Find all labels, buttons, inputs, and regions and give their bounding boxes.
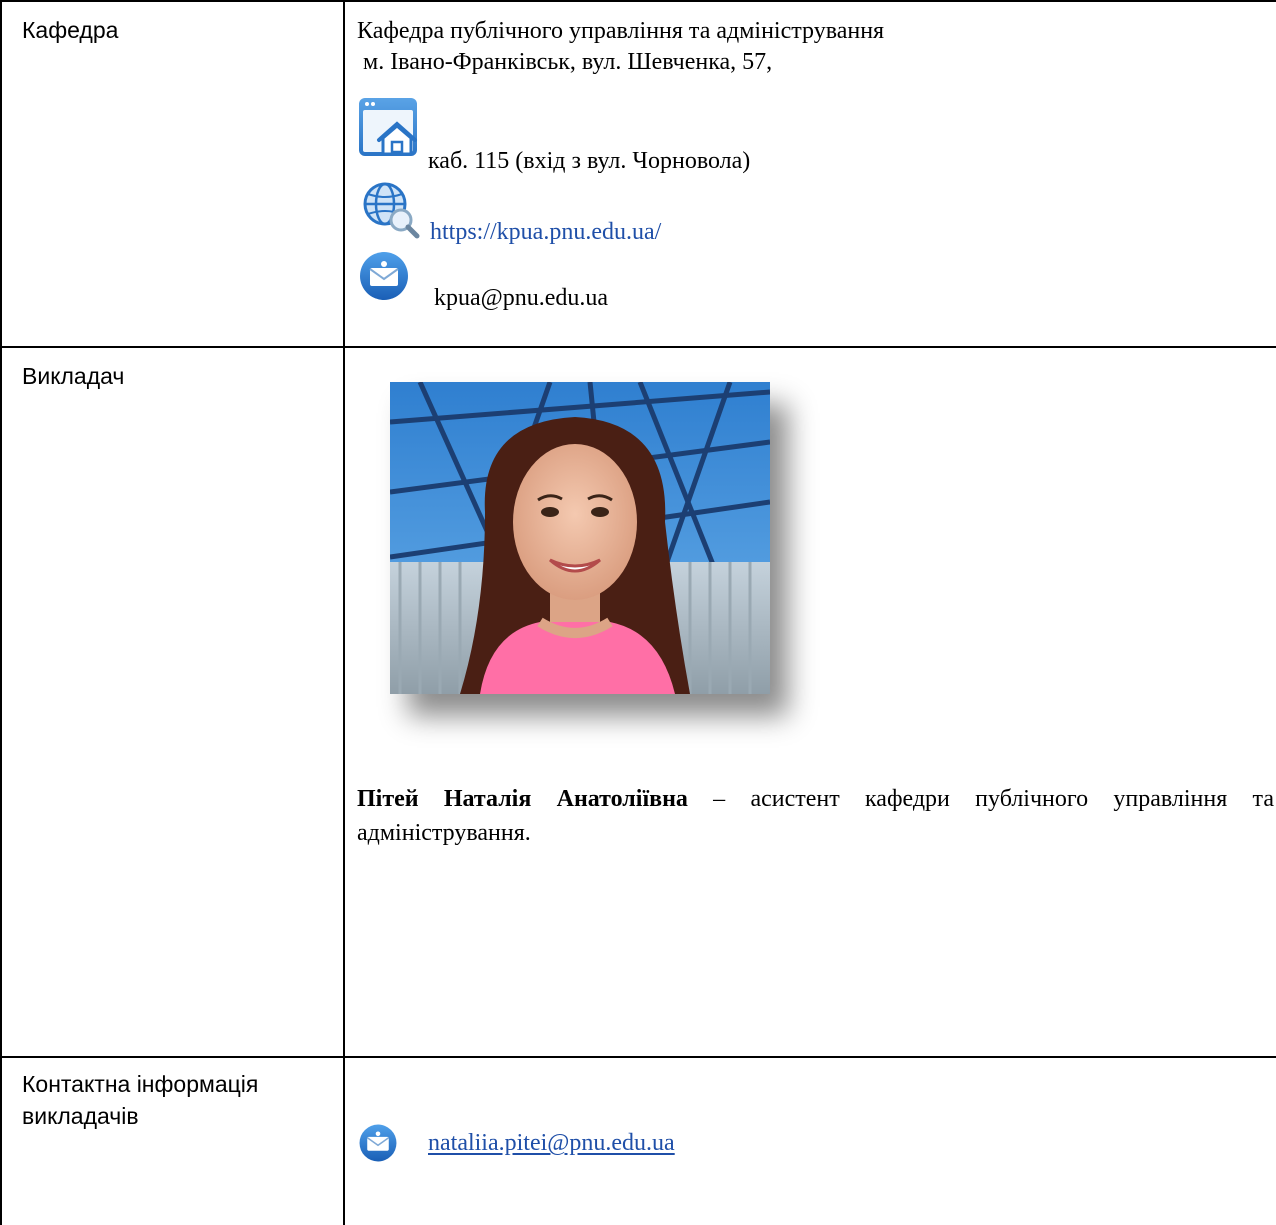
office-building-icon bbox=[357, 96, 421, 160]
table-row-divider-1 bbox=[0, 346, 1276, 348]
teacher-name: Пітей Наталія Анатоліївна bbox=[357, 786, 688, 812]
envelope-icon bbox=[358, 1123, 398, 1163]
department-address: м. Івано-Франківськ, вул. Шевченка, 57, bbox=[357, 49, 773, 75]
envelope-icon bbox=[358, 250, 410, 302]
teacher-email-link[interactable]: nataliia.pitei@pnu.edu.ua bbox=[428, 1128, 675, 1158]
label-contact-line1: Контактна інформація bbox=[22, 1071, 259, 1097]
table-column-divider bbox=[343, 0, 345, 1225]
teacher-bio: Пітей Наталія Анатоліївна – асистент каф… bbox=[357, 782, 1274, 850]
department-name: Кафедра публічного управління та адмініс… bbox=[357, 18, 885, 44]
department-website-link[interactable]: https://kpua.pnu.edu.ua/ bbox=[430, 217, 661, 247]
label-department: Кафедра bbox=[22, 17, 119, 43]
teacher-photo bbox=[389, 380, 771, 694]
label-contact-line2: викладачів bbox=[22, 1103, 139, 1129]
table-left-border bbox=[0, 0, 2, 1225]
label-teacher: Викладач bbox=[22, 363, 125, 389]
table-row-divider-2 bbox=[0, 1056, 1276, 1058]
table-top-border bbox=[0, 0, 1276, 2]
department-room: каб. 115 (вхід з вул. Чорновола) bbox=[428, 148, 751, 174]
globe-search-icon bbox=[359, 180, 421, 242]
department-email: kpua@pnu.edu.ua bbox=[434, 285, 609, 311]
